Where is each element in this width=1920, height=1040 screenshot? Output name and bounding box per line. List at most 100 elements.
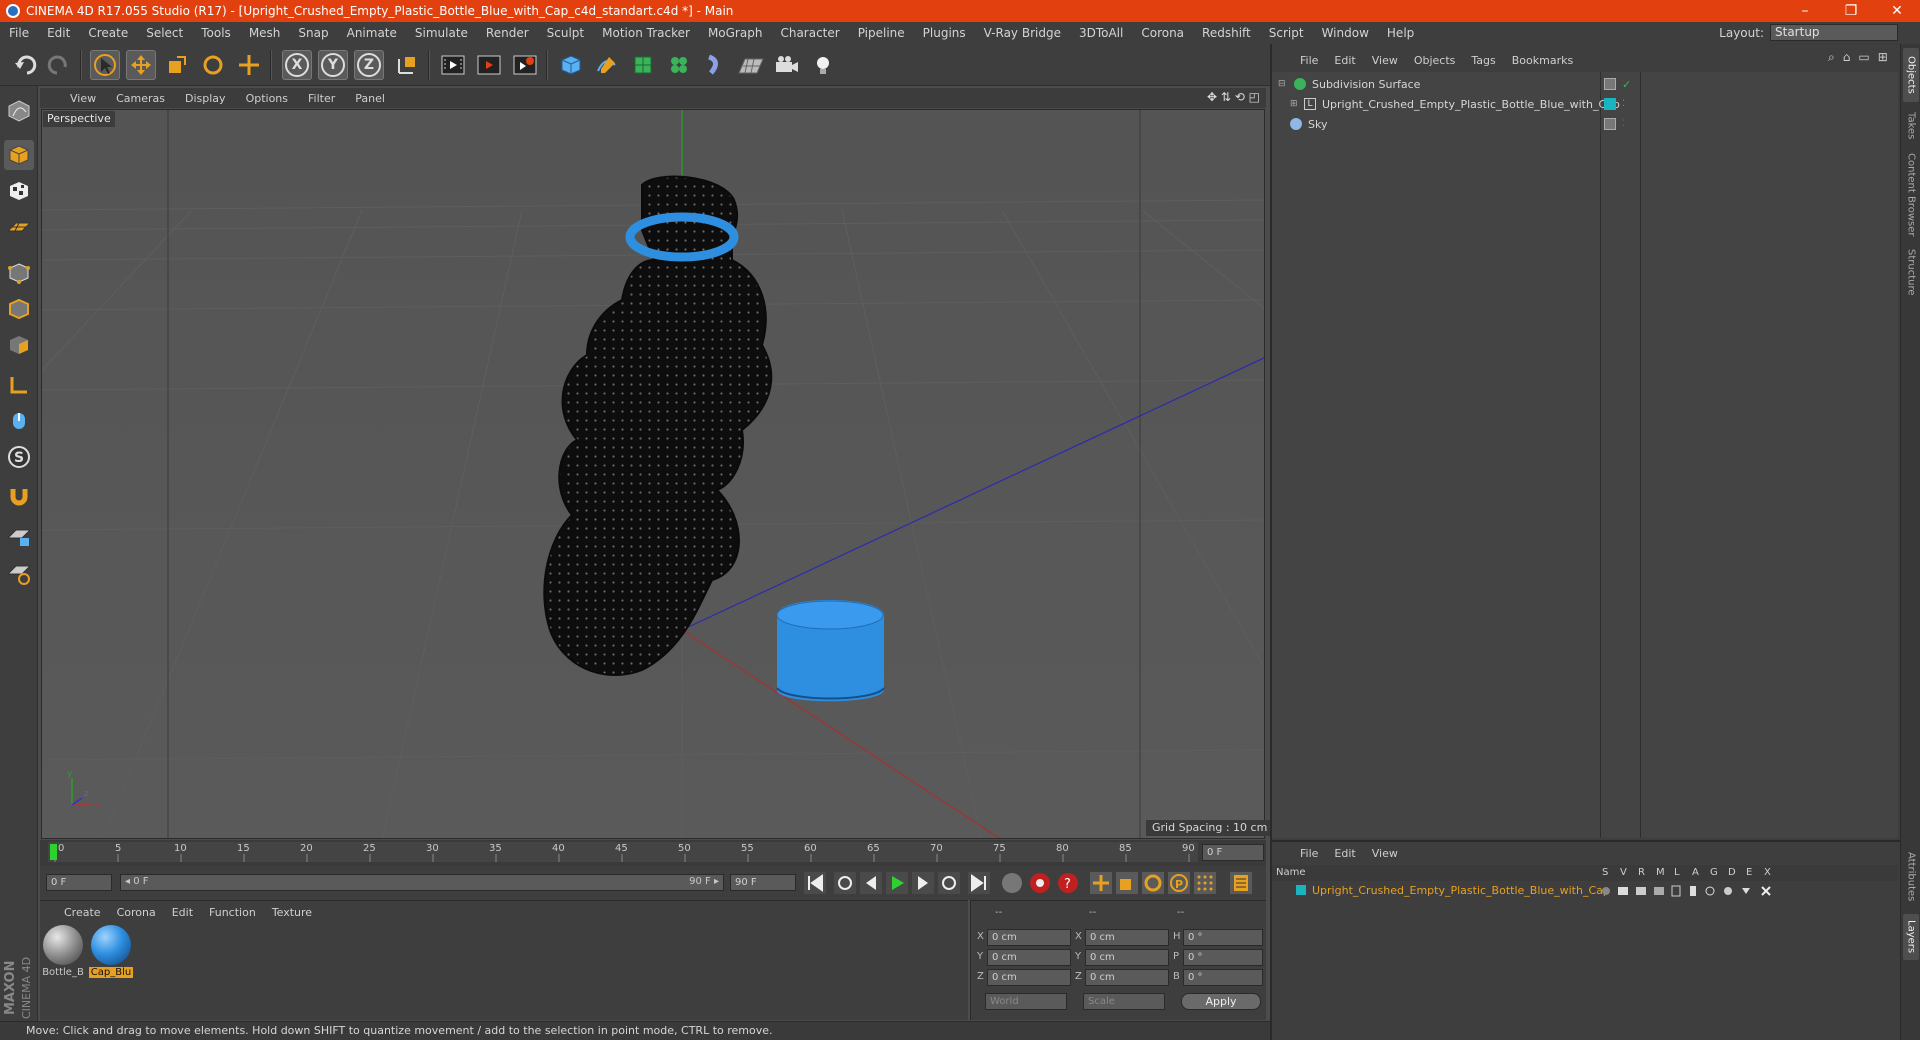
snap-icon[interactable]: S	[4, 442, 34, 472]
search-icon[interactable]: ⌕	[1828, 50, 1835, 65]
menu-animate[interactable]: Animate	[338, 26, 406, 40]
coordinate-system-icon[interactable]	[392, 50, 422, 80]
object-row-sky[interactable]: Sky ⁚	[1272, 114, 1898, 134]
y-axis-lock-icon[interactable]: Y	[318, 50, 348, 80]
model-mode-icon[interactable]	[4, 140, 34, 170]
workplane-align-icon[interactable]	[4, 558, 34, 588]
3d-viewport[interactable]: y x z	[41, 109, 1265, 839]
position-x-field[interactable]: 0 cm	[987, 929, 1071, 946]
viewport-menu-display[interactable]: Display	[175, 92, 236, 105]
current-frame-field[interactable]: 0 F	[1202, 844, 1264, 861]
camera-icon[interactable]	[772, 50, 802, 80]
redo-icon[interactable]	[44, 50, 74, 80]
tweak-mode-icon[interactable]	[4, 406, 34, 436]
viewport-menu-filter[interactable]: Filter	[298, 92, 345, 105]
menu-select[interactable]: Select	[137, 26, 192, 40]
tab-content-browser[interactable]: Content Browser	[1903, 150, 1919, 240]
visibility-dots-icon[interactable]: ⁚	[1622, 119, 1625, 129]
coord-type-dropdown[interactable]: Scale	[1083, 993, 1165, 1010]
menu-file[interactable]: File	[0, 26, 38, 40]
subdivision-surface-icon[interactable]	[628, 50, 658, 80]
material-cap[interactable]: Cap_Blu	[89, 925, 133, 981]
menu-script[interactable]: Script	[1260, 26, 1313, 40]
pen-spline-icon[interactable]	[592, 50, 622, 80]
object-menu-file[interactable]: File	[1292, 54, 1326, 67]
workplane-lock-icon[interactable]	[4, 522, 34, 552]
timeline-ruler[interactable]: 0 5 10 15 20 25 30 35 40 45 50 55 60 65 …	[40, 840, 1266, 866]
edit-tag-icon[interactable]	[1604, 118, 1616, 130]
visibility-dots-icon[interactable]: ⁚	[1622, 99, 1625, 109]
menu-pipeline[interactable]: Pipeline	[849, 26, 914, 40]
start-frame-field[interactable]: 0 F	[46, 874, 112, 891]
layer-menu-view[interactable]: View	[1364, 847, 1406, 860]
cube-primitive-icon[interactable]	[556, 50, 586, 80]
end-frame-field[interactable]: 90 F	[730, 874, 796, 891]
tab-takes[interactable]: Takes	[1903, 106, 1919, 146]
menu-vray-bridge[interactable]: V-Ray Bridge	[975, 26, 1070, 40]
workplane-mode-icon[interactable]	[4, 212, 34, 242]
size-x-field[interactable]: 0 cm	[1085, 929, 1169, 946]
menu-help[interactable]: Help	[1378, 26, 1423, 40]
cloner-icon[interactable]	[664, 50, 694, 80]
size-z-field[interactable]: 0 cm	[1085, 969, 1169, 986]
rotation-h-field[interactable]: 0 °	[1183, 929, 1263, 946]
material-bottle[interactable]: Bottle_B	[42, 925, 84, 981]
material-menu-edit[interactable]: Edit	[164, 906, 201, 919]
position-y-field[interactable]: 0 cm	[987, 949, 1071, 966]
rotation-p-field[interactable]: 0 °	[1183, 949, 1263, 966]
viewport-menu-options[interactable]: Options	[236, 92, 298, 105]
menu-mesh[interactable]: Mesh	[240, 26, 290, 40]
object-menu-edit[interactable]: Edit	[1326, 54, 1363, 67]
expand-icon[interactable]: ⊞	[1878, 50, 1888, 65]
move-tool-icon[interactable]	[126, 50, 156, 80]
live-selection-icon[interactable]	[90, 50, 120, 80]
make-editable-icon[interactable]	[4, 96, 34, 126]
render-view-icon[interactable]	[438, 50, 468, 80]
texture-mode-icon[interactable]	[4, 176, 34, 206]
layout-dropdown[interactable]: Startup	[1770, 24, 1898, 41]
edges-mode-icon[interactable]	[4, 294, 34, 324]
size-y-field[interactable]: 0 cm	[1085, 949, 1169, 966]
tab-objects[interactable]: Objects	[1903, 48, 1919, 102]
apply-button[interactable]: Apply	[1181, 993, 1261, 1010]
minimize-button[interactable]: –	[1782, 0, 1828, 22]
menu-redshift[interactable]: Redshift	[1193, 26, 1260, 40]
new-view-icon[interactable]: ▭	[1858, 50, 1869, 65]
light-icon[interactable]	[808, 50, 838, 80]
menu-edit[interactable]: Edit	[38, 26, 79, 40]
z-axis-lock-icon[interactable]: Z	[354, 50, 384, 80]
magnet-icon[interactable]	[4, 482, 34, 512]
tab-attributes[interactable]: Attributes	[1903, 844, 1919, 910]
floor-icon[interactable]	[736, 50, 766, 80]
menu-mograph[interactable]: MoGraph	[699, 26, 772, 40]
transform-tool-icon[interactable]	[234, 50, 264, 80]
object-row-subdivision-surface[interactable]: ⊟ Subdivision Surface ✓	[1272, 74, 1898, 94]
axis-mode-icon[interactable]	[4, 370, 34, 400]
layer-color-icon[interactable]	[1296, 885, 1306, 895]
position-z-field[interactable]: 0 cm	[987, 969, 1071, 986]
viewport-nav-icons[interactable]: ✥ ⇅ ⟲ ◰	[1207, 90, 1260, 104]
tab-structure[interactable]: Structure	[1903, 244, 1919, 300]
render-picture-viewer-icon[interactable]	[474, 50, 504, 80]
deformer-icon[interactable]	[700, 50, 730, 80]
layer-color-icon[interactable]	[1604, 98, 1616, 110]
menu-render[interactable]: Render	[477, 26, 538, 40]
restore-button[interactable]: ❐	[1828, 0, 1874, 22]
viewport-menu-panel[interactable]: Panel	[345, 92, 395, 105]
layer-flag-icons[interactable]	[1598, 884, 1788, 898]
object-row-bottle[interactable]: ⊞ L Upright_Crushed_Empty_Plastic_Bottle…	[1272, 94, 1898, 114]
expand-icon[interactable]: ⊞	[1290, 99, 1300, 109]
menu-sculpt[interactable]: Sculpt	[538, 26, 593, 40]
viewport-menu-cameras[interactable]: Cameras	[106, 92, 175, 105]
menu-motion-tracker[interactable]: Motion Tracker	[593, 26, 699, 40]
menu-simulate[interactable]: Simulate	[406, 26, 477, 40]
points-mode-icon[interactable]	[4, 258, 34, 288]
collapse-icon[interactable]: ⊟	[1278, 79, 1288, 89]
layer-menu-edit[interactable]: Edit	[1326, 847, 1363, 860]
preview-range-slider[interactable]: ◂ 0 F 90 F ▸	[120, 874, 724, 891]
x-axis-lock-icon[interactable]: X	[282, 50, 312, 80]
menu-3dtoall[interactable]: 3DToAll	[1070, 26, 1132, 40]
menu-tools[interactable]: Tools	[192, 26, 240, 40]
scale-tool-icon[interactable]	[162, 50, 192, 80]
undo-icon[interactable]	[10, 50, 40, 80]
